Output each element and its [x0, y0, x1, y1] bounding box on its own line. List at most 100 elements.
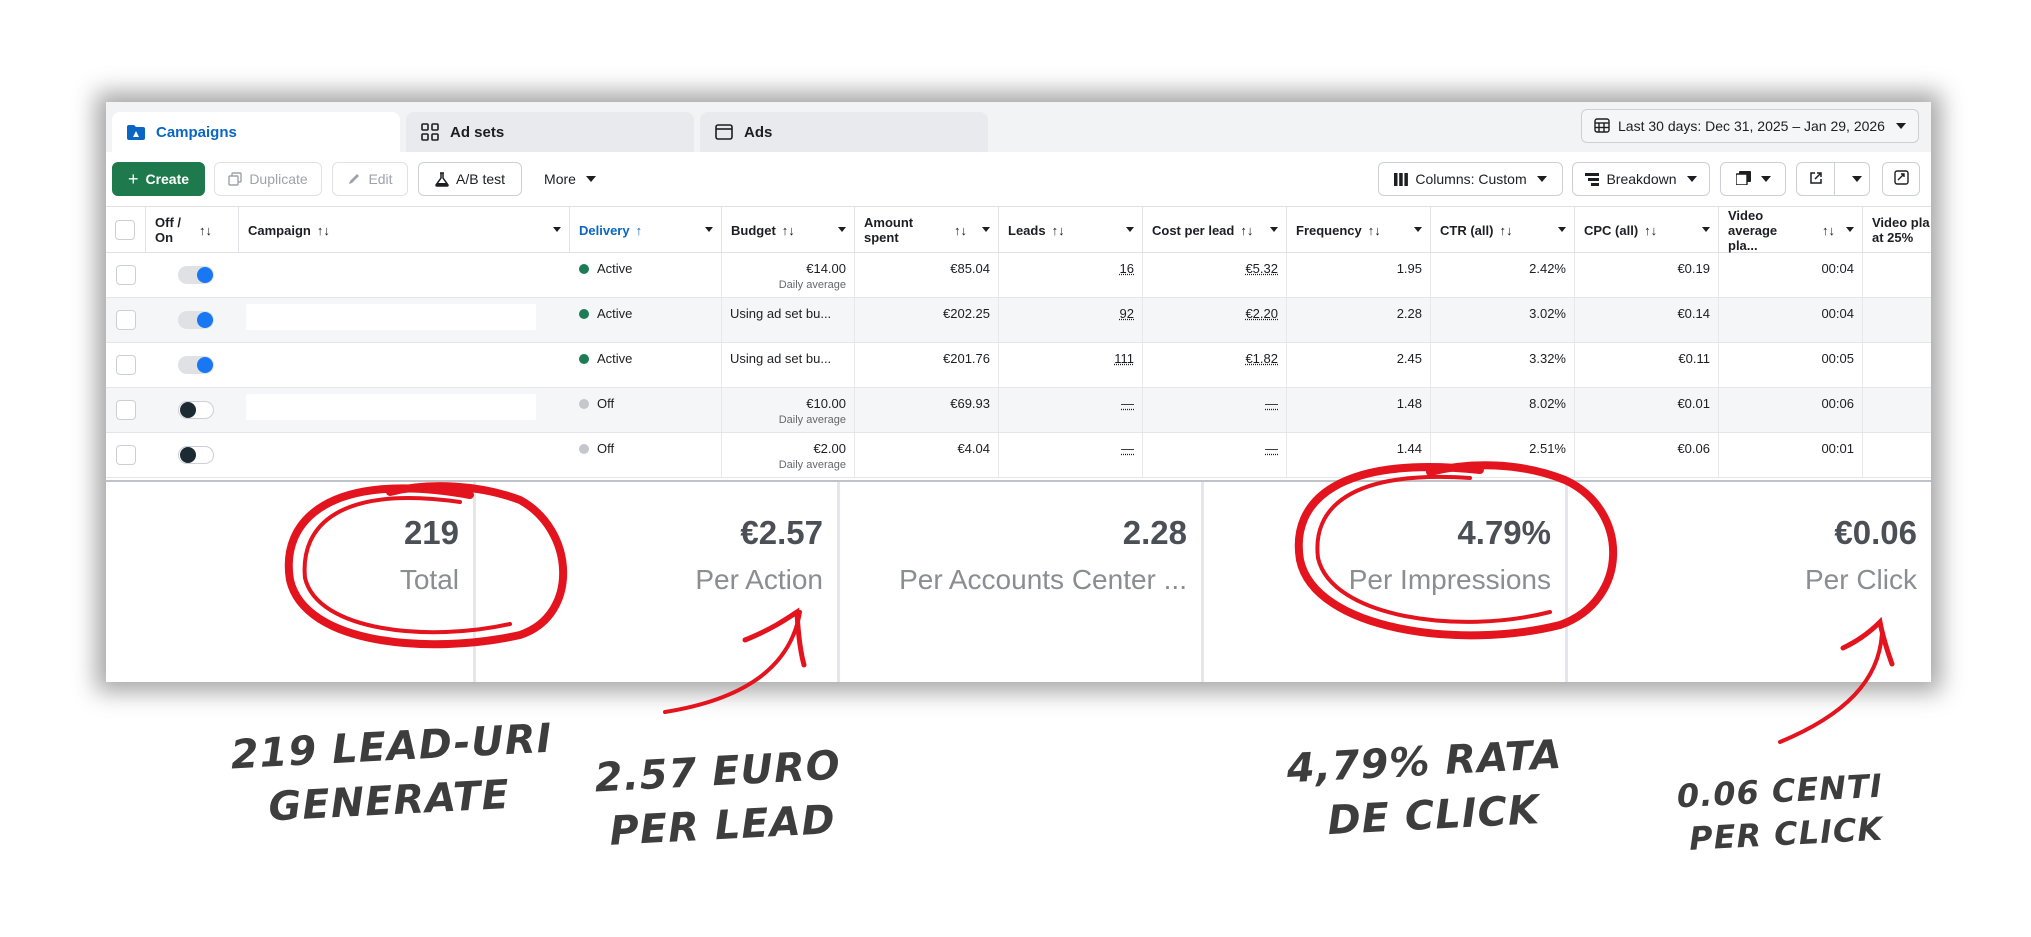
sort-icon: ↑↓ — [781, 222, 795, 238]
chevron-down-icon — [585, 176, 596, 182]
cpl-value[interactable]: — — [1265, 441, 1278, 456]
chevron-down-icon[interactable] — [1852, 176, 1862, 182]
budget-value: €10.00 — [806, 396, 846, 411]
leads-value[interactable]: 111 — [1114, 351, 1134, 366]
budget-cell: €14.00 Daily average — [722, 253, 855, 297]
header-leads[interactable]: Leads ↑↓ — [999, 207, 1143, 253]
create-label: Create — [145, 171, 190, 187]
delivery-cell: Off — [570, 433, 722, 477]
campaign-name-redacted[interactable] — [246, 304, 536, 330]
amount-cell: €69.93 — [855, 388, 999, 432]
tab-ad-sets[interactable]: Ad sets — [406, 112, 694, 152]
cpl-cell: €5.32 — [1143, 253, 1287, 297]
cpc-value: €0.14 — [1677, 306, 1710, 321]
leads-value[interactable]: — — [1121, 441, 1134, 456]
header-label: Video average pla... — [1728, 207, 1778, 253]
cpl-value[interactable]: €5.32 — [1245, 261, 1278, 276]
cpl-value[interactable]: €2.20 — [1245, 306, 1278, 321]
video-cell: 00:04 — [1719, 253, 1863, 297]
delivery-status: Active — [597, 351, 633, 366]
row-checkbox[interactable] — [116, 400, 136, 420]
tab-ads[interactable]: Ads — [700, 112, 988, 152]
freq-cell: 2.45 — [1287, 343, 1431, 387]
row-checkbox[interactable] — [116, 445, 136, 465]
breakdown-button[interactable]: Breakdown — [1572, 162, 1710, 196]
leads-value[interactable]: 16 — [1120, 261, 1134, 276]
header-label: Video pla at 25% — [1872, 215, 1930, 245]
edit-button[interactable]: Edit — [332, 162, 408, 196]
columns-button[interactable]: Columns: Custom — [1378, 162, 1563, 196]
sort-icon: ↑↓ — [1367, 222, 1381, 238]
row-checkbox[interactable] — [116, 310, 136, 330]
reports-button[interactable] — [1720, 162, 1786, 196]
header-campaign[interactable]: Campaign ↑↓ — [239, 207, 570, 253]
annotation-leads: 219 lead-uri generate — [229, 712, 556, 837]
duplicate-button[interactable]: Duplicate — [214, 162, 322, 196]
video-cell: 00:05 — [1719, 343, 1863, 387]
amount-value: €202.25 — [943, 306, 990, 321]
header-delivery[interactable]: Delivery ↑ — [570, 207, 722, 253]
expand-chart-button[interactable] — [1882, 162, 1920, 196]
header-amount-spent[interactable]: Amount spent ↑↓ — [855, 207, 999, 253]
calendar-icon — [1594, 117, 1610, 136]
ctr-value: 2.51% — [1529, 441, 1566, 456]
more-button[interactable]: More — [530, 162, 610, 196]
delivery-status: Active — [597, 261, 633, 276]
summary-value: 219 — [403, 514, 459, 551]
table-row[interactable]: Off €2.00 Daily average €4.04 — — 1.44 2.51% €0.… — [106, 433, 1931, 478]
summary-label: Per Impressions — [1348, 564, 1551, 595]
row-checkbox[interactable] — [116, 265, 136, 285]
row-checkbox[interactable] — [116, 355, 136, 375]
campaign-name-redacted[interactable] — [246, 439, 536, 465]
grid-icon — [420, 123, 440, 141]
header-label: Delivery — [579, 222, 630, 238]
create-button[interactable]: + Create — [112, 162, 205, 196]
campaign-toggle[interactable] — [178, 311, 214, 329]
cpc-cell: €0.01 — [1575, 388, 1719, 432]
select-all-checkbox[interactable] — [115, 220, 135, 240]
table-row[interactable]: Active €14.00 Daily average €85.04 16 €5.32 1.… — [106, 253, 1931, 298]
header-cpc[interactable]: CPC (all) ↑↓ — [1575, 207, 1719, 253]
cpl-value[interactable]: €1.82 — [1245, 351, 1278, 366]
campaign-toggle[interactable] — [178, 446, 214, 464]
freq-cell: 1.48 — [1287, 388, 1431, 432]
tab-campaigns[interactable]: Campaigns — [112, 112, 400, 152]
freq-value: 2.28 — [1396, 306, 1422, 321]
chevron-down-icon — [1270, 227, 1278, 232]
header-off-on[interactable]: Off / On ↑↓ — [146, 207, 239, 253]
campaign-toggle[interactable] — [178, 266, 214, 284]
cpl-value[interactable]: — — [1265, 396, 1278, 411]
delivery-cell: Off — [570, 388, 722, 432]
leads-value[interactable]: 92 — [1120, 306, 1134, 321]
select-all-header — [106, 207, 146, 253]
date-range-picker[interactable]: Last 30 days: Dec 31, 2025 – Jan 29, 202… — [1581, 109, 1919, 143]
header-budget[interactable]: Budget ↑↓ — [722, 207, 855, 253]
campaign-name-redacted[interactable] — [246, 259, 536, 285]
leads-value[interactable]: — — [1121, 396, 1134, 411]
status-dot-icon — [579, 354, 589, 364]
chart-expand-icon — [1893, 170, 1909, 188]
header-frequency[interactable]: Frequency ↑↓ — [1287, 207, 1431, 253]
header-video-25[interactable]: Video pla at 25% — [1863, 207, 1931, 253]
campaign-name-redacted[interactable] — [246, 349, 536, 375]
table-row[interactable]: Off €10.00 Daily average €69.93 — — 1.48 8.02% €… — [106, 388, 1931, 433]
toggle-knob — [180, 402, 196, 418]
ctr-cell: 3.32% — [1431, 343, 1575, 387]
campaign-name-redacted[interactable] — [246, 394, 536, 420]
ctr-value: 3.02% — [1529, 306, 1566, 321]
header-video-average[interactable]: Video average pla... ↑↓ — [1719, 207, 1863, 253]
cpc-value: €0.19 — [1677, 261, 1710, 276]
header-label: Campaign — [248, 222, 311, 238]
cpc-cell: €0.19 — [1575, 253, 1719, 297]
export-button[interactable] — [1796, 162, 1870, 196]
header-cost-per-lead[interactable]: Cost per lead ↑↓ — [1143, 207, 1287, 253]
header-ctr[interactable]: CTR (all) ↑↓ — [1431, 207, 1575, 253]
amount-value: €69.93 — [950, 396, 990, 411]
budget-subtext: Daily average — [778, 279, 846, 291]
table-row[interactable]: Active Using ad set bu... €201.76 111 €1.82 2… — [106, 343, 1931, 388]
cpc-cell: €0.06 — [1575, 433, 1719, 477]
campaign-toggle[interactable] — [178, 401, 214, 419]
table-row[interactable]: Active Using ad set bu... €202.25 92 €2.20 2.… — [106, 298, 1931, 343]
campaign-toggle[interactable] — [178, 356, 214, 374]
ab-test-button[interactable]: A/B test — [418, 162, 522, 196]
